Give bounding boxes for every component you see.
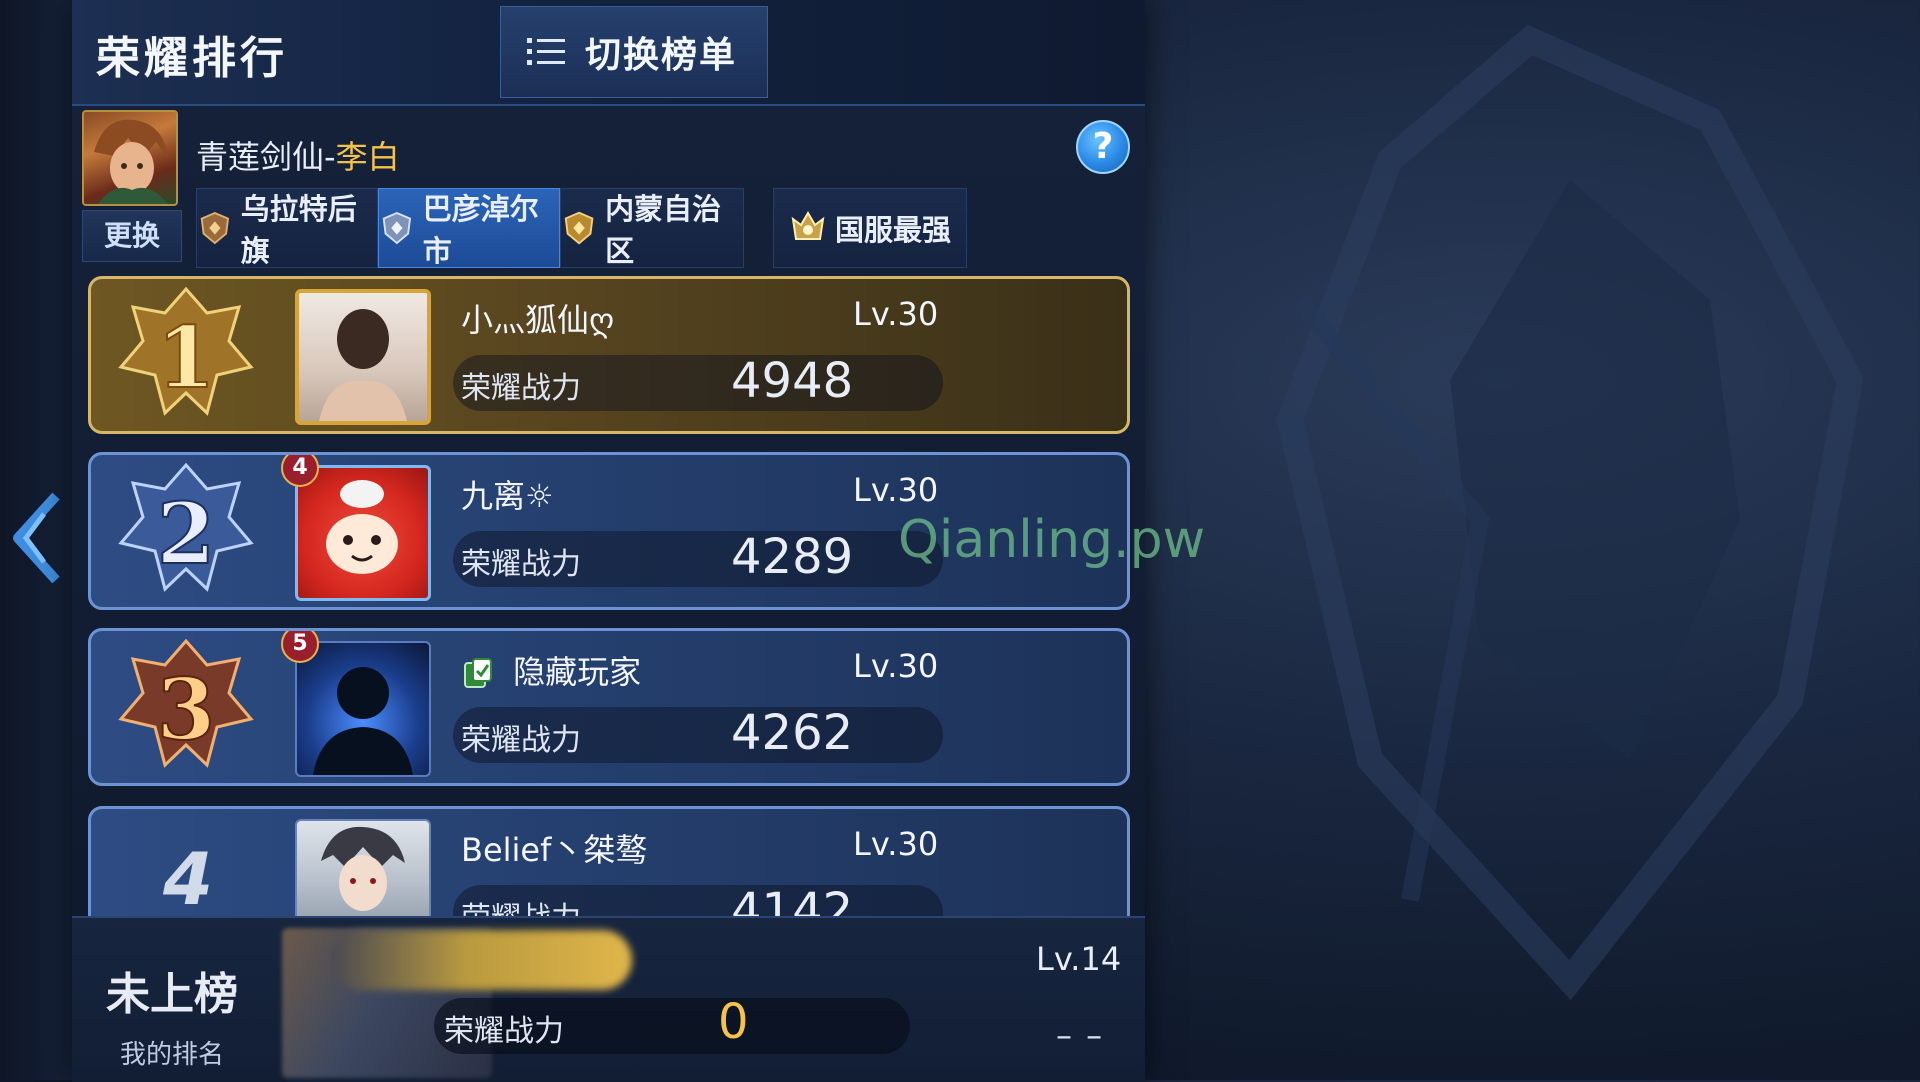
rank-2-number: 2 [157, 484, 215, 583]
header: 荣耀排行 切换榜单 [72, 0, 1145, 106]
player-level: Lv.30 [853, 295, 939, 333]
player-avatar[interactable] [295, 289, 431, 425]
player-name: 小灬狐仙ღ [461, 301, 615, 339]
rank-row-1[interactable]: 1 小灬狐仙ღ Lv.30 荣耀战力 4948 [88, 276, 1130, 434]
back-arrow-icon[interactable] [8, 488, 66, 588]
player-level: Lv.30 [853, 471, 939, 509]
list-icon [527, 38, 565, 65]
power-value: 4142 [731, 883, 854, 916]
my-power-label: 荣耀战力 [444, 1014, 564, 1049]
my-level: Lv.14 [1036, 940, 1122, 978]
my-rank-status: 未上榜 [106, 969, 238, 1020]
rank-1-number: 1 [157, 308, 215, 407]
tab-province-label: 内蒙自治区 [605, 192, 722, 268]
my-power-value: 0 [718, 994, 749, 1050]
hero-name-gold: 李白 [335, 138, 400, 176]
hero-title: 青莲剑仙- [196, 138, 336, 176]
shield-silver-icon [382, 211, 412, 245]
rank-row-4[interactable]: 4 Belief丶桀骜 Lv.30 荣耀战力 4142 [88, 806, 1130, 916]
switch-list-label: 切换榜单 [585, 35, 738, 76]
player-level: Lv.30 [853, 647, 939, 685]
region-tabs: 乌拉特后旗 巴彦淖尔市 内蒙自治区 国服最强 [196, 188, 1143, 268]
change-hero-button[interactable]: 更换 [82, 210, 182, 262]
power-label: 荣耀战力 [461, 371, 581, 406]
ranking-panel: 荣耀排行 切换榜单 青莲剑仙-李白 ? 更换 乌拉特后旗 巴彦淖尔市 内蒙自治区… [72, 0, 1205, 1082]
power-value: 4289 [731, 529, 854, 585]
my-rank-label: 我的排名 [120, 1040, 225, 1070]
hero-portrait-icon [94, 119, 168, 204]
my-ranking-bar: 未上榜 我的排名 Lv.14 荣耀战力 0 – – [72, 916, 1145, 1082]
hero-name: 青莲剑仙-李白 [196, 132, 400, 178]
my-extra-value: – – [1056, 1016, 1105, 1054]
rank-2-medal-icon: 2 [118, 462, 254, 592]
watermark-text: Qianling.pw [898, 510, 1206, 570]
rank-3-number: 3 [157, 660, 215, 759]
power-label: 荣耀战力 [461, 893, 581, 916]
help-button[interactable]: ? [1076, 120, 1130, 174]
tab-city-label: 巴彦淖尔市 [422, 192, 539, 268]
rank-row-3[interactable]: 3 5 隐藏玩家 Lv.30 荣耀战力 4262 [88, 628, 1130, 786]
rank-1-medal-icon: 1 [118, 286, 254, 416]
page-title: 荣耀排行 [96, 33, 288, 84]
tab-county-label: 乌拉特后旗 [240, 192, 357, 268]
power-value: 4948 [731, 353, 854, 409]
crest-king-icon [791, 211, 825, 240]
player-2-portrait-icon [326, 480, 398, 574]
power-value: 4262 [731, 705, 854, 761]
tab-national-label: 国服最强 [834, 213, 951, 247]
player-avatar[interactable] [295, 819, 431, 916]
tab-province[interactable]: 内蒙自治区 [560, 188, 744, 268]
background-emblem [1276, 24, 1864, 1001]
hero-row: 青莲剑仙-李白 ? [72, 106, 1145, 206]
tab-city[interactable]: 巴彦淖尔市 [378, 188, 560, 268]
player-avatar[interactable] [295, 465, 431, 601]
hero-avatar[interactable] [82, 110, 178, 206]
player-name: 隐藏玩家 [513, 653, 642, 691]
rank-4-number: 4 [163, 837, 214, 916]
rank-3-medal-icon: 3 [118, 638, 254, 768]
tab-county[interactable]: 乌拉特后旗 [196, 188, 378, 268]
hidden-silhouette-icon [313, 667, 413, 775]
blurred-name [332, 930, 632, 990]
shield-gold-icon [564, 211, 594, 245]
player-1-portrait-icon [319, 309, 407, 421]
player-level: Lv.30 [853, 825, 939, 863]
switch-list-button[interactable]: 切换榜单 [500, 6, 768, 98]
player-avatar[interactable] [295, 641, 431, 777]
hidden-player-icon [464, 658, 492, 688]
power-label: 荣耀战力 [461, 547, 581, 582]
player-name-row: 隐藏玩家 [461, 647, 641, 693]
player-name: Belief丶桀骜 [461, 831, 648, 869]
player-4-portrait-icon [321, 826, 405, 911]
power-label: 荣耀战力 [461, 723, 581, 758]
tab-national[interactable]: 国服最强 [773, 188, 967, 268]
shield-bronze-icon [200, 211, 230, 245]
left-rail [0, 0, 73, 1080]
player-name: 九离☼ [461, 477, 554, 515]
